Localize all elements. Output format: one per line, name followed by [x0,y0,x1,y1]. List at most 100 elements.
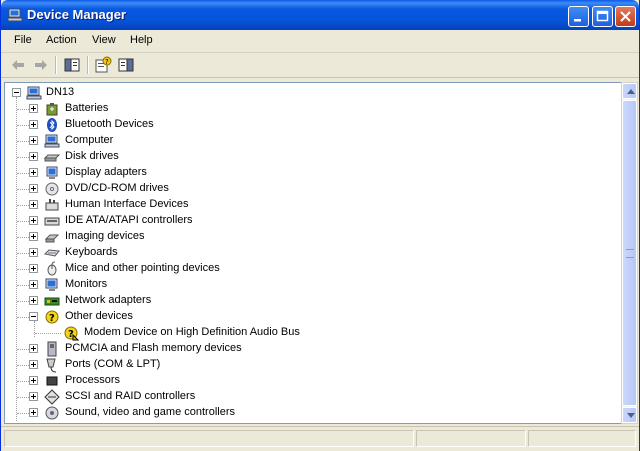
tree-category-item[interactable]: Disk drives [5,149,605,165]
menu-bar: File Action View Help [1,30,639,53]
tree-category-label: DVD/CD-ROM drives [65,182,169,194]
computer-icon [26,86,42,100]
tree-category-label: Ports (COM & LPT) [65,358,161,370]
tree-category-item[interactable]: Imaging devices [5,229,605,245]
tree-category-item[interactable]: Monitors [5,277,605,293]
tree-category-item[interactable]: Ports (COM & LPT) [5,357,605,373]
tree-category-item[interactable]: Bluetooth Devices [5,117,605,133]
tree-category-item[interactable]: Batteries [5,101,605,117]
device-manager-window: Device Manager File Action View Help ? D… [0,0,640,451]
tree-category-item[interactable]: DVD/CD-ROM drives [5,181,605,197]
close-icon [620,11,631,22]
mouse-icon [47,261,57,276]
minimize-button[interactable] [568,6,589,27]
tree-category-item[interactable]: ? Other devices [5,309,605,325]
pcmcia-icon [47,341,57,357]
tree-device-label: Modem Device on High Definition Audio Bu… [84,326,300,338]
tree-category-label: Keyboards [65,246,118,258]
toolbar-separator [55,56,57,74]
menu-file[interactable]: File [14,34,32,46]
scroll-down-button[interactable] [622,407,637,423]
chevron-up-icon [627,89,635,94]
tree-category-label: PCMCIA and Flash memory devices [65,342,242,354]
menu-view[interactable]: View [92,34,116,46]
svg-text:?: ? [49,313,55,324]
tree-category-item[interactable]: PCMCIA and Flash memory devices [5,341,605,357]
properties-help-icon[interactable]: ? [94,56,112,74]
tree-root-label: DN13 [46,86,75,98]
back-arrow-icon[interactable] [9,56,27,74]
menu-action[interactable]: Action [46,34,77,46]
tree-category-label: Imaging devices [65,230,145,242]
camera-icon [44,234,60,243]
tree-category-label: SCSI and RAID controllers [65,390,196,402]
scroll-thumb[interactable] [622,100,637,406]
scroll-up-button[interactable] [622,83,637,99]
vertical-scrollbar[interactable] [621,82,638,424]
unknown-device-icon: ? [45,310,59,324]
processor-icon [46,376,58,386]
tree-category-label: Disk drives [65,150,119,162]
window-title: Device Manager [27,7,126,22]
tree-category-label: Human Interface Devices [65,198,189,210]
tree-category-item[interactable]: Keyboards [5,245,605,261]
tree-category-label: Sound, video and game controllers [65,406,235,418]
tree-category-label: Bluetooth Devices [65,118,154,130]
display-adapter-icon [46,166,58,179]
chevron-down-icon [627,413,635,418]
tree-category-label: IDE ATA/ATAPI controllers [65,214,193,226]
status-cell-main [4,430,414,447]
maximize-icon [596,10,609,22]
sound-icon [45,406,59,420]
toolbar-separator [87,56,89,74]
tree-category-item[interactable]: Human Interface Devices [5,197,605,213]
tree-root[interactable]: DN13 [5,85,605,101]
port-icon [46,358,57,373]
tree-device-item[interactable]: ? Modem Device on High Definition Audio B… [5,325,605,341]
hid-icon [45,199,59,211]
tree-category-label: Other devices [65,310,133,322]
keyboard-icon [44,249,60,257]
dvd-drive-icon [45,182,59,196]
tree-category-label: Processors [65,374,121,386]
scsi-icon [44,389,60,405]
ide-controller-icon [44,217,60,226]
svg-text:?: ? [105,58,109,66]
tree-category-label: Computer [65,134,114,146]
device-tree[interactable]: DN13 Batteries Bluetooth Devices Computer Di… [4,82,622,424]
disk-drive-icon [44,154,60,162]
status-bar [1,426,639,451]
title-bar[interactable]: Device Manager [1,0,639,30]
menu-help[interactable]: Help [130,34,153,46]
maximize-button[interactable] [592,6,613,27]
status-cell-2 [416,430,526,447]
tree-category-label: Monitors [65,278,108,290]
close-button[interactable] [615,6,636,27]
computer-icon [44,134,60,148]
grip-icon [626,249,634,258]
bluetooth-icon [47,118,57,132]
tree-category-item[interactable]: Sound, video and game controllers [5,405,605,421]
tree-category-item[interactable]: Computer [5,133,605,149]
show-action-pane-icon[interactable] [117,56,135,74]
minimize-icon [574,19,581,22]
tree-category-item[interactable]: Mice and other pointing devices [5,261,605,277]
tree-category-label: Display adapters [65,166,147,178]
monitor-icon [45,278,58,291]
tree-category-item[interactable]: Network adapters [5,293,605,309]
show-hide-console-tree-icon[interactable] [63,56,81,74]
status-cell-3 [528,430,636,447]
tree-category-item[interactable]: IDE ATA/ATAPI controllers [5,213,605,229]
tree-category-label: Mice and other pointing devices [65,262,220,274]
tree-category-item[interactable]: Processors [5,373,605,389]
toolbar: ? [1,53,639,78]
tree-category-label: Batteries [65,102,109,114]
warning-device-icon: ? [64,326,79,341]
battery-icon [46,103,58,116]
tree-category-item[interactable]: SCSI and RAID controllers [5,389,605,405]
tree-category-label: Network adapters [65,294,152,306]
network-adapter-icon [44,297,60,306]
forward-arrow-icon[interactable] [32,56,50,74]
tree-category-item[interactable]: Display adapters [5,165,605,181]
computer-icon [7,8,23,22]
